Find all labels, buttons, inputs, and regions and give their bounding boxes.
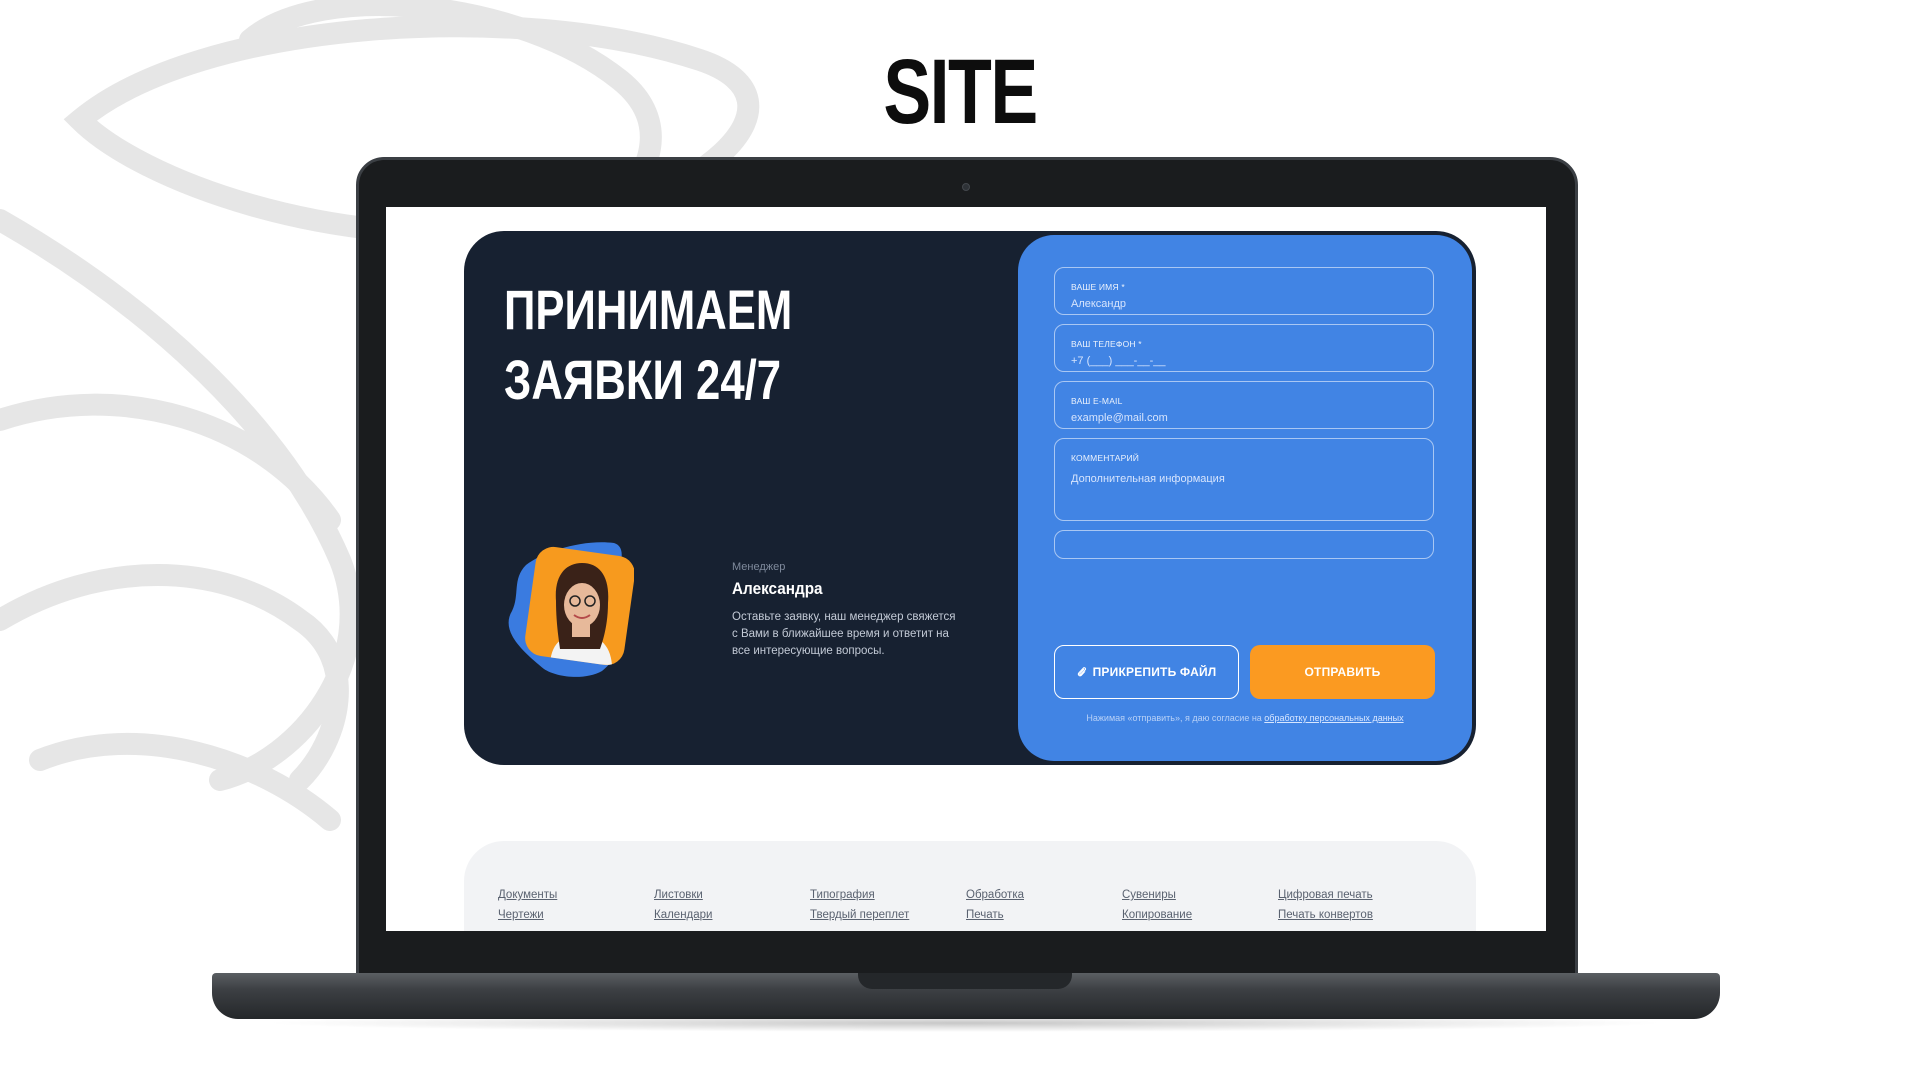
send-button[interactable]: ОТПРАВИТЬ — [1250, 645, 1435, 699]
footer-link[interactable]: Типография — [810, 889, 909, 901]
manager-block: Менеджер Александра Оставьте заявку, наш… — [504, 531, 955, 681]
footer-column: Документы Чертежи — [498, 889, 557, 929]
footer-link[interactable]: Печать конвертов — [1278, 909, 1373, 921]
phone-field[interactable]: ВАШ ТЕЛЕФОН * — [1054, 324, 1434, 372]
privacy-link[interactable]: обработку персональных данных — [1264, 713, 1403, 723]
laptop-notch — [858, 973, 1072, 989]
footer-link[interactable]: Копирование — [1122, 909, 1192, 921]
email-label: ВАШ E-MAIL — [1071, 396, 1123, 406]
phone-label: ВАШ ТЕЛЕФОН * — [1071, 339, 1142, 349]
footer-link[interactable]: Документы — [498, 889, 557, 901]
attach-file-label: ПРИКРЕПИТЬ ФАЙЛ — [1092, 665, 1217, 679]
page-heading: SITE — [883, 41, 1038, 143]
footer-link[interactable]: Твердый переплет — [810, 909, 909, 921]
paperclip-icon — [1077, 667, 1086, 677]
footer-link[interactable]: Листовки — [654, 889, 712, 901]
extra-input[interactable] — [1071, 539, 1411, 551]
laptop-screen: ПРИНИМАЕМ ЗАЯВКИ 24/7 Менеджер Александр… — [386, 207, 1546, 931]
card-title-line2: ЗАЯВКИ 24/7 — [504, 348, 782, 411]
comment-label: КОММЕНТАРИЙ — [1071, 453, 1140, 463]
manager-name: Александра — [732, 579, 823, 598]
manager-avatar — [508, 542, 634, 677]
send-label: ОТПРАВИТЬ — [1304, 665, 1381, 679]
footer-column: Сувениры Копирование — [1122, 889, 1192, 929]
phone-input[interactable] — [1071, 355, 1411, 367]
footer-links: Документы Чертежи Листовки Календари Тип… — [464, 841, 1476, 931]
card-title-line1: ПРИНИМАЕМ — [504, 278, 793, 341]
attach-file-button[interactable]: ПРИКРЕПИТЬ ФАЙЛ — [1054, 645, 1239, 699]
email-field[interactable]: ВАШ E-MAIL — [1054, 381, 1434, 429]
request-card: ПРИНИМАЕМ ЗАЯВКИ 24/7 Менеджер Александр… — [464, 231, 1476, 765]
card-title: ПРИНИМАЕМ ЗАЯВКИ 24/7 — [504, 275, 792, 415]
consent-text: Нажимая «отправить», я даю согласие на о… — [1018, 713, 1472, 723]
footer-column: Листовки Календари — [654, 889, 712, 929]
footer-link[interactable]: Календари — [654, 909, 712, 921]
footer-link[interactable]: Сувениры — [1122, 889, 1192, 901]
extra-field[interactable] — [1054, 530, 1434, 559]
name-field[interactable]: ВАШЕ ИМЯ * — [1054, 267, 1434, 315]
footer-link[interactable]: Чертежи — [498, 909, 557, 921]
footer-link[interactable]: Обработка — [966, 889, 1024, 901]
manager-description: Оставьте заявку, наш менеджер свяжется с… — [732, 611, 956, 657]
name-label: ВАШЕ ИМЯ * — [1071, 282, 1125, 292]
name-input[interactable] — [1071, 298, 1411, 310]
footer-column: Цифровая печать Печать конвертов — [1278, 889, 1373, 929]
footer-link[interactable]: Печать — [966, 909, 1024, 921]
camera-icon — [962, 183, 970, 191]
footer-link[interactable]: Цифровая печать — [1278, 889, 1373, 901]
manager-role: Менеджер — [732, 561, 786, 573]
footer-column: Обработка Печать — [966, 889, 1024, 929]
laptop-shadow — [260, 1014, 1670, 1032]
request-form: ВАШЕ ИМЯ * ВАШ ТЕЛЕФОН * ВАШ E-MAIL КОММ… — [1018, 235, 1472, 761]
footer-column: Типография Твердый переплет — [810, 889, 909, 929]
comment-input[interactable] — [1071, 473, 1411, 523]
comment-field[interactable]: КОММЕНТАРИЙ — [1054, 438, 1434, 523]
consent-prefix: Нажимая «отправить», я даю согласие на — [1086, 713, 1265, 723]
email-input[interactable] — [1071, 412, 1411, 424]
